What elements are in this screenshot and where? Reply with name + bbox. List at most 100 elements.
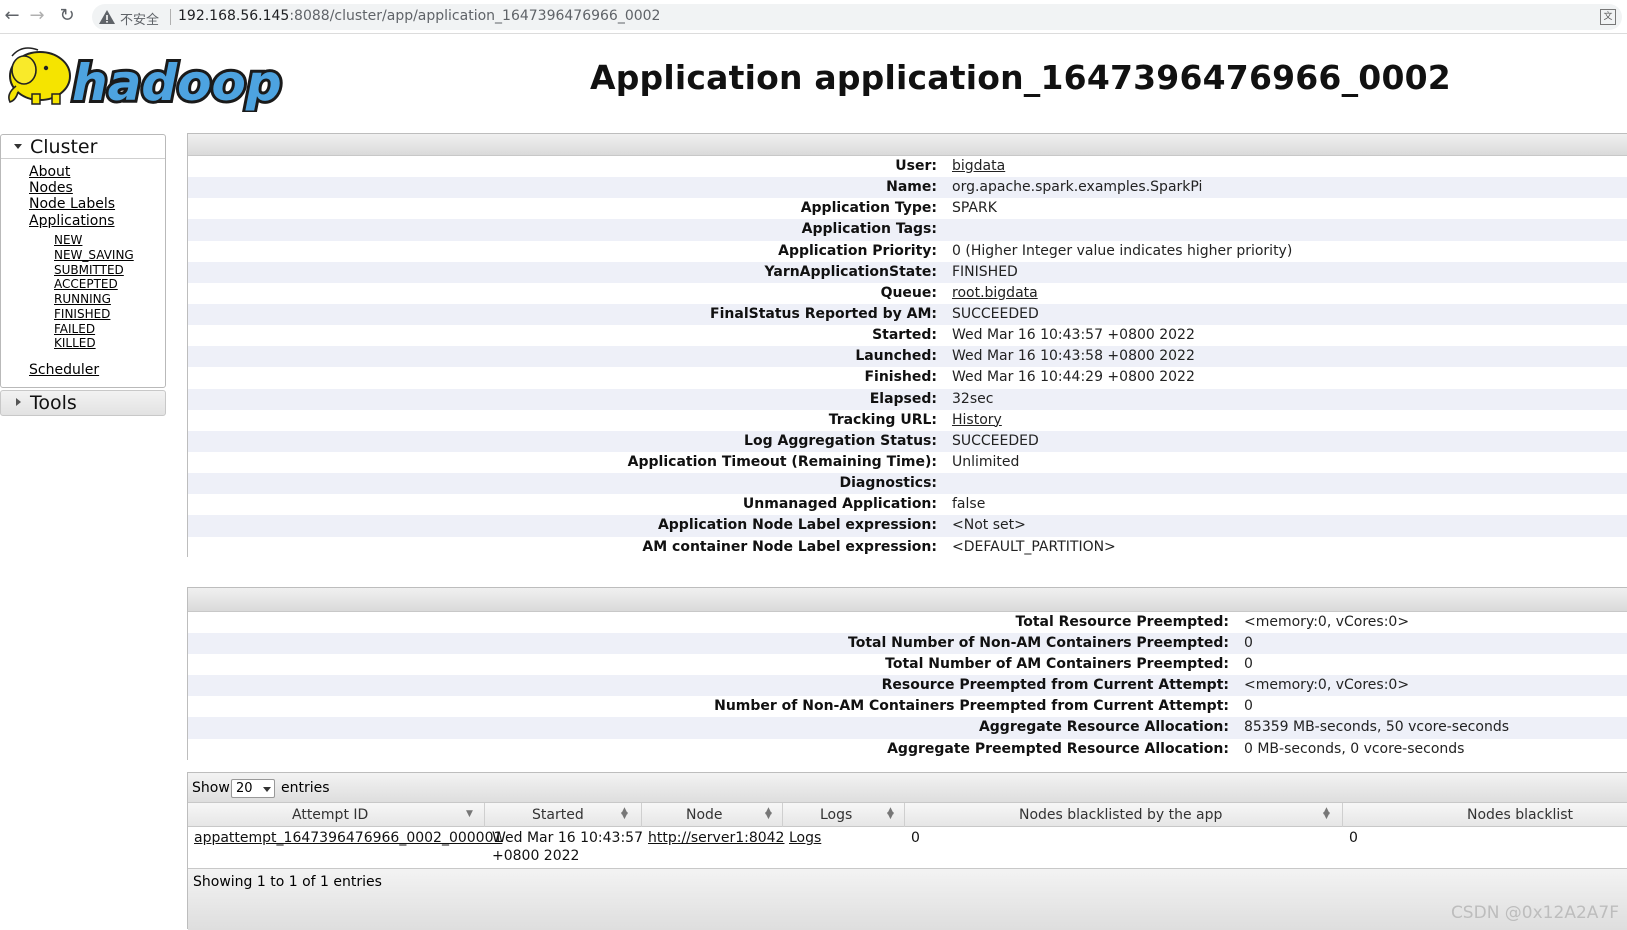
info-value-link[interactable]: root.bigdata [952,285,1038,301]
column-header-node[interactable]: Node ▲ ▼ [642,803,783,827]
address-bar[interactable]: 不安全 192.168.56.145:8088/cluster/app/appl… [92,4,1622,30]
info-row: Log Aggregation Status: SUCCEEDED [188,430,1627,452]
attempt-started-line1: Wed Mar 16 10:43:57 [492,830,643,846]
info-row: Launched: Wed Mar 16 10:43:58 +0800 2022 [188,346,1627,368]
forward-icon[interactable]: → [25,4,49,28]
info-row: User: bigdata [188,156,1627,178]
url-text[interactable]: 192.168.56.145:8088/cluster/app/applicat… [178,8,660,24]
sidebar-state-submitted[interactable]: SUBMITTED [54,263,124,277]
info-label: Launched: [855,348,937,365]
metric-row: Aggregate Preempted Resource Allocation:… [188,738,1627,760]
info-label: Diagnostics: [839,475,937,492]
info-row: Finished: Wed Mar 16 10:44:29 +0800 2022 [188,367,1627,389]
tools-label[interactable]: Tools [30,392,77,414]
info-row: Name: org.apache.spark.examples.SparkPi [188,177,1627,199]
hadoop-logo: hadoop hadoop [8,47,285,112]
entries-info: Showing 1 to 1 of 1 entries [193,874,382,890]
sidebar: Cluster About Nodes Node Labels Applicat… [0,134,166,416]
metric-label: Aggregate Preempted Resource Allocation: [887,740,1229,757]
expand-triangle-icon[interactable] [16,398,21,406]
node-link[interactable]: http://server1:8042 [648,830,784,846]
table-row: appattempt_1647396476966_0002_000001 Wed… [188,827,1627,867]
sidebar-link-node-labels[interactable]: Node Labels [29,196,115,212]
metric-row: Aggregate Resource Allocation: 85359 MB-s… [188,717,1627,739]
sidebar-state-running[interactable]: RUNNING [54,292,111,306]
sidebar-state-failed[interactable]: FAILED [54,322,95,336]
info-label: Elapsed: [869,390,937,407]
column-header-started[interactable]: Started ▲ ▼ [485,803,642,827]
page-title: Application application_1647396476966_00… [590,58,1451,97]
metric-row: Resource Preempted from Current Attempt:… [188,675,1627,697]
page-size-value: 20 [236,781,253,796]
sidebar-state-accepted[interactable]: ACCEPTED [54,277,118,291]
metric-label: Total Number of AM Containers Preempted: [885,656,1229,673]
overview-table: User: bigdata Name: org.apache.spark.exampl… [188,156,1627,558]
info-row: Unmanaged Application: false [188,494,1627,516]
metric-value: <memory:0, vCores:0> [1244,614,1410,630]
info-row: Elapsed: 32sec [188,388,1627,410]
attempts-table: Show 20 entries Attempt ID ▼ Started ▲ ▼ … [187,772,1627,930]
metric-row: Total Resource Preempted: <memory:0, vCor… [188,612,1627,634]
page-size-select[interactable]: 20 [231,779,275,798]
info-label: YarnApplicationState: [764,263,937,280]
info-label: Name: [886,179,937,196]
metrics-table: Total Resource Preempted: <memory:0, vCor… [188,612,1627,760]
sidebar-link-scheduler[interactable]: Scheduler [29,362,99,378]
metric-label: Resource Preempted from Current Attempt: [881,677,1229,694]
metric-label: Number of Non-AM Containers Preempted fr… [714,698,1229,715]
overview-panel: User: bigdata Name: org.apache.spark.exampl… [187,133,1627,558]
watermark: CSDN @0x12A2A7F [1450,903,1619,923]
metric-label: Aggregate Resource Allocation: [978,719,1229,736]
column-header-blacklisted-app[interactable]: Nodes blacklisted by the app ▲ ▼ [905,803,1343,827]
sidebar-state-new-saving[interactable]: NEW_SAVING [54,248,134,262]
column-label: Nodes blacklisted by the app [1019,807,1223,823]
info-label: Unmanaged Application: [742,496,937,513]
info-value: Wed Mar 16 10:43:58 +0800 2022 [952,348,1195,365]
collapse-triangle-icon[interactable] [14,144,22,149]
translate-icon[interactable]: 文 [1600,9,1616,25]
metric-value: <memory:0, vCores:0> [1244,677,1410,694]
sort-icon: ▲ ▼ [887,806,894,821]
sidebar-state-finished[interactable]: FINISHED [54,307,110,321]
column-header-attempt-id[interactable]: Attempt ID ▼ [188,803,485,827]
blacklisted-system-count: 0 [1349,830,1358,846]
info-row: Application Node Label expression: <Not s… [188,515,1627,537]
info-value: FINISHED [952,263,1018,280]
info-label: Application Tags: [801,221,937,238]
column-header-logs[interactable]: Logs ▲ ▼ [783,803,905,827]
metrics-panel-header [188,588,1627,612]
reload-icon[interactable]: ↻ [55,4,79,28]
tools-section[interactable]: Tools [0,390,166,416]
sidebar-state-new[interactable]: NEW [54,233,82,247]
info-value-link[interactable]: bigdata [952,158,1005,174]
cluster-label[interactable]: Cluster [30,136,97,158]
sidebar-link-about[interactable]: About [29,164,70,180]
cluster-header[interactable]: Cluster [1,135,165,159]
metric-row: Total Number of AM Containers Preempted:… [188,654,1627,676]
info-label: FinalStatus Reported by AM: [710,305,937,322]
sort-icon: ▲ ▼ [765,806,772,821]
metric-row: Number of Non-AM Containers Preempted fr… [188,696,1627,718]
sidebar-state-killed[interactable]: KILLED [54,336,96,350]
sort-desc-icon: ▼ [466,809,473,819]
info-row: Application Timeout (Remaining Time): Unl… [188,451,1627,474]
logs-link[interactable]: Logs [789,830,821,846]
info-row: Queue: root.bigdata [188,282,1627,304]
attempt-id-link[interactable]: appattempt_1647396476966_0002_000001 [194,830,502,846]
info-value: Unlimited [952,453,1020,470]
sidebar-link-nodes[interactable]: Nodes [29,180,73,196]
sidebar-link-applications[interactable]: Applications [29,213,115,229]
browser-toolbar: ← → ↻ 不安全 192.168.56.145:8088/cluster/ap… [0,0,1627,34]
info-label: Application Node Label expression: [657,517,937,534]
column-label: Nodes blacklist [1467,807,1574,823]
info-value: <Not set> [952,517,1026,534]
info-row: Application Tags: [188,219,1627,241]
sort-icon: ▲ ▼ [1323,806,1330,821]
attempts-table-footer: Showing 1 to 1 of 1 entries [188,868,1627,930]
column-header-blacklisted-system[interactable]: Nodes blacklist [1343,803,1627,827]
back-icon[interactable]: ← [0,4,24,28]
sort-icon: ▲ ▼ [621,806,628,821]
cluster-section: Cluster About Nodes Node Labels Applicat… [0,134,166,388]
info-value-link[interactable]: History [952,412,1002,428]
logo-wordmark: hadoop [72,54,282,112]
